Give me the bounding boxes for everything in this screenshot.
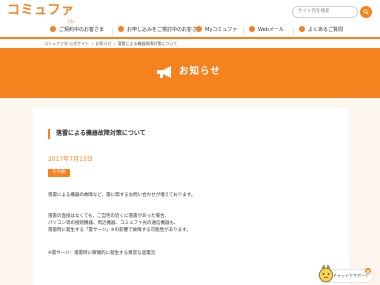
breadcrumb-news-link[interactable]: お知らせ <box>95 41 111 46</box>
breadcrumb-separator: › <box>113 41 116 46</box>
close-icon[interactable] <box>365 268 371 274</box>
chat-label: チャットでサポート <box>333 273 369 278</box>
mail-icon <box>249 25 255 32</box>
nav-item-webmail[interactable]: Webメール <box>249 24 284 37</box>
search-button[interactable] <box>360 6 372 18</box>
nav-label: ご契約中のお客さま <box>59 27 105 33</box>
question-icon <box>299 25 305 32</box>
house-icon <box>118 25 124 32</box>
article-date: 2017年7月13日 <box>48 156 93 163</box>
article-paragraph: 落雷による機器の故障など、雷に関するお問い合わせが増えております。 <box>48 193 196 198</box>
commufa-logo[interactable]: コミュファ Ctc <box>7 3 75 25</box>
article-title: 落雷による機器故障対策について <box>48 129 328 139</box>
article-paragraph: 落雷の直接はなくても、ご自宅の近くに落雷があった場合、 <box>48 214 170 219</box>
breadcrumb-current: 落雷による機器故障対策について <box>117 41 178 46</box>
nav-divider <box>190 27 191 35</box>
logo-text: コミュファ <box>7 3 75 18</box>
nav-label: Myコミュファ <box>205 27 238 33</box>
breadcrumb-home-link[interactable]: コミュファ光 公式サイト <box>44 41 89 46</box>
nav-label: よくあるご質問 <box>308 27 344 33</box>
nav-item-faq[interactable]: よくあるご質問 <box>299 24 343 37</box>
nav-item-my-commufa[interactable]: Myコミュファ <box>196 24 237 37</box>
search-icon <box>363 9 369 15</box>
nav-item-current-customers[interactable]: ご契約中のお客さま <box>50 24 104 37</box>
search-input[interactable]: サイト内を検索 <box>292 6 358 18</box>
nav-divider <box>112 27 113 35</box>
megaphone-icon <box>157 66 171 78</box>
article-card: 落雷による機器故障対策について 2017年7月13日 その他 落雷による機器の故… <box>33 107 349 285</box>
user-icon <box>50 25 56 32</box>
article-footnote: ※雷サージ：落雷時に瞬間的に発生する異常な過電流 <box>48 251 156 256</box>
category-badge: その他 <box>48 169 70 177</box>
heart-icon <box>196 25 202 32</box>
nav-label: Webメール <box>258 27 284 33</box>
breadcrumb-separator: › <box>91 41 94 46</box>
article-paragraph: 落雷時に発生する「雷サージ」※の影響で故障する可能性があります。 <box>48 228 191 233</box>
page-hero: お知らせ <box>0 48 380 98</box>
nav-divider <box>293 27 294 35</box>
article-paragraph: パソコン等の接続機器、周辺機器、コミュファ光の通信機器も、 <box>48 221 179 226</box>
page-title: お知らせ <box>179 66 221 77</box>
mascot-icon <box>319 264 333 283</box>
nav-divider <box>243 27 244 35</box>
breadcrumb: コミュファ光 公式サイト › お知らせ › 落雷による機器故障対策について <box>0 39 380 48</box>
